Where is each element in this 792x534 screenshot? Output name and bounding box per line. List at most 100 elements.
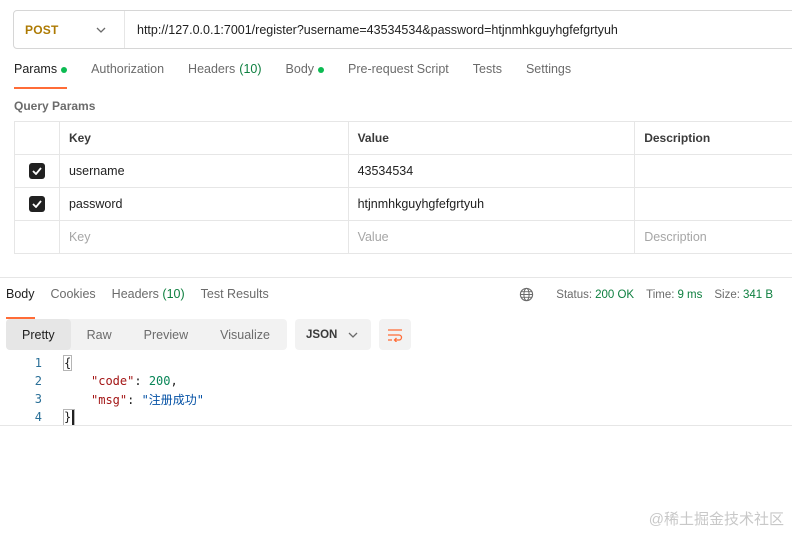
time-label: Time: bbox=[646, 288, 675, 301]
param-checkbox[interactable] bbox=[28, 163, 45, 179]
tab-label: Pre-request Script bbox=[348, 62, 449, 76]
view-visualize-button[interactable]: Visualize bbox=[204, 319, 286, 350]
tab-label: Headers bbox=[188, 62, 236, 76]
table-row-empty: Key Value Description bbox=[15, 221, 792, 254]
code-text: "code": 200, bbox=[91, 374, 178, 388]
tab-headers[interactable]: Headers (10) bbox=[188, 62, 261, 87]
json-value: "注册成功" bbox=[141, 392, 205, 407]
tab-response-headers[interactable]: Headers (10) bbox=[112, 287, 185, 311]
pane-divider[interactable] bbox=[0, 277, 792, 278]
code-line: 2 "code": 200, bbox=[0, 372, 792, 390]
line-number: 3 bbox=[34, 392, 42, 406]
table-row: password htjnmhkguyhgfefgrtyuh bbox=[15, 188, 792, 221]
param-key-input[interactable]: password bbox=[60, 188, 349, 220]
header-checkbox-cell bbox=[15, 122, 60, 154]
row-checkbox-cell bbox=[15, 155, 60, 187]
status-value: 200 OK bbox=[595, 288, 635, 301]
chevron-down-icon bbox=[96, 27, 106, 33]
active-dot-icon bbox=[318, 67, 325, 73]
tab-response-body[interactable]: Body bbox=[6, 287, 35, 319]
tab-body[interactable]: Body bbox=[286, 62, 325, 87]
code-line: 4 } bbox=[0, 408, 792, 426]
active-dot-icon bbox=[61, 67, 68, 73]
view-pretty-button[interactable]: Pretty bbox=[6, 319, 71, 350]
param-value-input[interactable]: htjnmhkguyhgfefgrtyuh bbox=[349, 188, 636, 220]
json-value: 200 bbox=[148, 374, 171, 388]
line-number: 1 bbox=[34, 356, 42, 370]
tab-count: (10) bbox=[239, 62, 262, 76]
response-body-editor[interactable]: 1 { 2 "code": 200, 3 "msg": "注册成功" 4 } bbox=[0, 354, 792, 426]
tab-label: Body bbox=[285, 62, 315, 76]
json-sep: : bbox=[134, 374, 149, 388]
param-key-input[interactable]: username bbox=[60, 155, 349, 187]
tab-label: Params bbox=[14, 62, 58, 76]
closing-brace: } bbox=[64, 409, 72, 424]
tab-pre-request-script[interactable]: Pre-request Script bbox=[348, 62, 449, 87]
globe-icon[interactable] bbox=[519, 287, 534, 302]
param-description-input[interactable] bbox=[635, 155, 792, 187]
tab-label: Tests bbox=[472, 62, 502, 76]
row-checkbox-cell bbox=[15, 188, 60, 220]
watermark: @稀土掘金技术社区 bbox=[648, 511, 784, 528]
status-code[interactable]: Status: 200 OK bbox=[556, 289, 634, 301]
editor-bottom-border bbox=[0, 425, 792, 426]
status-label: Status: bbox=[556, 288, 593, 301]
param-checkbox[interactable] bbox=[28, 196, 45, 212]
tab-label: Authorization bbox=[91, 62, 165, 76]
request-tabs: Params Authorization Headers (10) Body Pr… bbox=[14, 62, 595, 89]
table-row: username 43534534 bbox=[15, 155, 792, 188]
header-description: Description bbox=[635, 122, 792, 154]
view-mode-bar: Pretty Raw Preview Visualize bbox=[6, 319, 287, 350]
json-trail: , bbox=[170, 374, 178, 388]
header-key: Key bbox=[60, 122, 349, 154]
format-select[interactable]: JSON bbox=[295, 319, 371, 350]
checkmark-icon bbox=[32, 167, 42, 175]
chevron-down-icon bbox=[348, 332, 358, 338]
table-header-row: Key Value Description bbox=[15, 122, 792, 155]
size-label: Size: bbox=[714, 288, 740, 301]
tab-label: Settings bbox=[525, 62, 572, 76]
tab-tests[interactable]: Tests bbox=[473, 62, 502, 87]
new-key-input[interactable]: Key bbox=[60, 221, 349, 253]
line-number: 4 bbox=[34, 410, 42, 424]
wrap-lines-button[interactable] bbox=[379, 319, 411, 350]
code-line: 1 { bbox=[0, 354, 792, 372]
tab-authorization[interactable]: Authorization bbox=[91, 62, 164, 87]
query-params-table: Key Value Description username 43534534 … bbox=[14, 121, 792, 254]
view-raw-button[interactable]: Raw bbox=[71, 319, 128, 350]
tab-settings[interactable]: Settings bbox=[526, 62, 571, 87]
code-text: "msg": "注册成功" bbox=[91, 391, 204, 408]
tab-test-results[interactable]: Test Results bbox=[201, 287, 269, 311]
code-text: { bbox=[63, 355, 73, 371]
size-value: 341 B bbox=[742, 288, 773, 301]
json-key: "msg" bbox=[91, 392, 128, 407]
json-key: "code" bbox=[91, 374, 135, 388]
tab-cookies[interactable]: Cookies bbox=[51, 287, 96, 311]
query-params-title: Query Params bbox=[14, 99, 96, 113]
method-dropdown[interactable]: POST bbox=[14, 11, 125, 48]
tab-count: (10) bbox=[162, 287, 185, 301]
line-number: 2 bbox=[34, 374, 42, 388]
view-preview-button[interactable]: Preview bbox=[128, 319, 204, 350]
json-sep: : bbox=[127, 392, 142, 407]
param-value-input[interactable]: 43534534 bbox=[349, 155, 636, 187]
response-tabs: Body Cookies Headers (10) Test Results bbox=[6, 287, 285, 319]
time-value: 9 ms bbox=[677, 288, 703, 301]
tab-label: Headers bbox=[111, 287, 159, 301]
checkmark-icon bbox=[32, 200, 42, 208]
param-description-input[interactable] bbox=[635, 188, 792, 220]
response-status: Status: 200 OK Time: 9 ms Size: 341 B bbox=[519, 287, 773, 302]
text-cursor bbox=[72, 409, 75, 425]
request-url-bar: POST http://127.0.0.1:7001/register?user… bbox=[13, 10, 792, 49]
wrap-lines-icon bbox=[388, 328, 403, 342]
code-line: 3 "msg": "注册成功" bbox=[0, 390, 792, 408]
url-input[interactable]: http://127.0.0.1:7001/register?username=… bbox=[125, 23, 618, 37]
new-value-input[interactable]: Value bbox=[349, 221, 636, 253]
new-description-input[interactable]: Description bbox=[635, 221, 792, 253]
row-checkbox-cell bbox=[15, 221, 60, 253]
header-value: Value bbox=[349, 122, 636, 154]
response-size[interactable]: Size: 341 B bbox=[714, 289, 773, 301]
response-time[interactable]: Time: 9 ms bbox=[646, 289, 702, 301]
method-label: POST bbox=[25, 22, 59, 37]
tab-params[interactable]: Params bbox=[14, 62, 68, 89]
